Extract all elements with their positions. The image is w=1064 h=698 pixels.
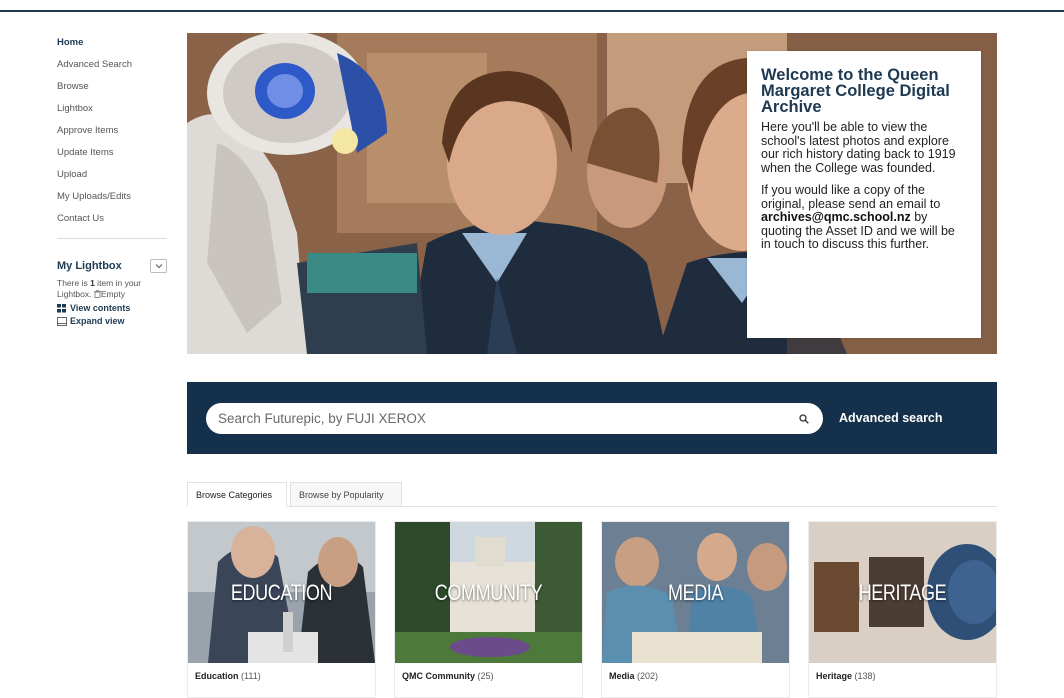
- category-label: QMC Community (25): [402, 671, 494, 681]
- welcome-intro: Here you'll be able to view the school's…: [761, 120, 956, 175]
- category-caption: COMMUNITY: [434, 579, 543, 605]
- sidebar: Home Advanced Search Browse Lightbox App…: [57, 36, 169, 326]
- tab-browse-categories[interactable]: Browse Categories: [187, 482, 287, 507]
- lightbox-expand-view-link[interactable]: Expand view: [57, 316, 169, 326]
- trash-icon: [93, 290, 101, 298]
- chevron-down-icon: [155, 264, 162, 269]
- category-label: Education (111): [195, 671, 261, 681]
- archive-email-link[interactable]: archives@qmc.school.nz: [761, 210, 911, 224]
- category-caption: EDUCATION: [230, 579, 333, 605]
- lightbox-header: My Lightbox: [57, 259, 167, 273]
- category-caption: HERITAGE: [858, 579, 947, 605]
- category-thumbnail: HERITAGE: [809, 522, 996, 663]
- lightbox-toggle-button[interactable]: [150, 259, 167, 273]
- search-button[interactable]: [799, 413, 809, 424]
- nav-approve-items[interactable]: Approve Items: [57, 124, 169, 146]
- nav-contact-us[interactable]: Contact Us: [57, 212, 169, 234]
- welcome-title: Welcome to the Queen Margaret College Di…: [761, 66, 950, 116]
- sidebar-divider: [57, 238, 167, 239]
- category-card-media[interactable]: MEDIA Media (202): [601, 521, 790, 698]
- category-card-education[interactable]: EDUCATION Education (111): [187, 521, 376, 698]
- nav-advanced-search[interactable]: Advanced Search: [57, 58, 169, 80]
- lightbox-status: There is 1 item in your Lightbox. Empty: [57, 278, 142, 299]
- nav-browse[interactable]: Browse: [57, 80, 169, 102]
- browse-tabs: Browse Categories Browse by Popularity: [187, 482, 997, 507]
- advanced-search-link[interactable]: Advanced search: [839, 411, 943, 425]
- lightbox-title: My Lightbox: [57, 260, 122, 272]
- category-caption: MEDIA: [667, 579, 724, 605]
- category-card-heritage[interactable]: HERITAGE Heritage (138): [808, 521, 997, 698]
- category-label: Media (202): [609, 671, 659, 681]
- nav-my-uploads-edits[interactable]: My Uploads/Edits: [57, 190, 169, 212]
- top-border-line: [0, 10, 1064, 12]
- lightbox-empty-button[interactable]: Empty: [93, 289, 125, 299]
- welcome-panel: Welcome to the Queen Margaret College Di…: [747, 51, 981, 338]
- category-label: Heritage (138): [816, 671, 876, 681]
- category-thumbnail: COMMUNITY: [395, 522, 582, 663]
- search-band: Advanced search: [187, 382, 997, 454]
- lightbox-view-contents-link[interactable]: View contents: [57, 303, 169, 313]
- search-icon: [799, 413, 809, 424]
- search-input[interactable]: [218, 411, 799, 426]
- window-icon: [57, 316, 67, 326]
- nav-upload[interactable]: Upload: [57, 168, 169, 190]
- category-thumbnail: MEDIA: [602, 522, 789, 663]
- tab-browse-by-popularity[interactable]: Browse by Popularity: [290, 482, 402, 507]
- search-box: [206, 403, 823, 434]
- nav-lightbox[interactable]: Lightbox: [57, 102, 169, 124]
- grid-icon: [57, 303, 66, 312]
- nav-home[interactable]: Home: [57, 36, 169, 58]
- welcome-contact: If you would like a copy of the original…: [761, 183, 955, 251]
- category-thumbnail: EDUCATION: [188, 522, 375, 663]
- category-card-community[interactable]: COMMUNITY QMC Community (25): [394, 521, 583, 698]
- nav-update-items[interactable]: Update Items: [57, 146, 169, 168]
